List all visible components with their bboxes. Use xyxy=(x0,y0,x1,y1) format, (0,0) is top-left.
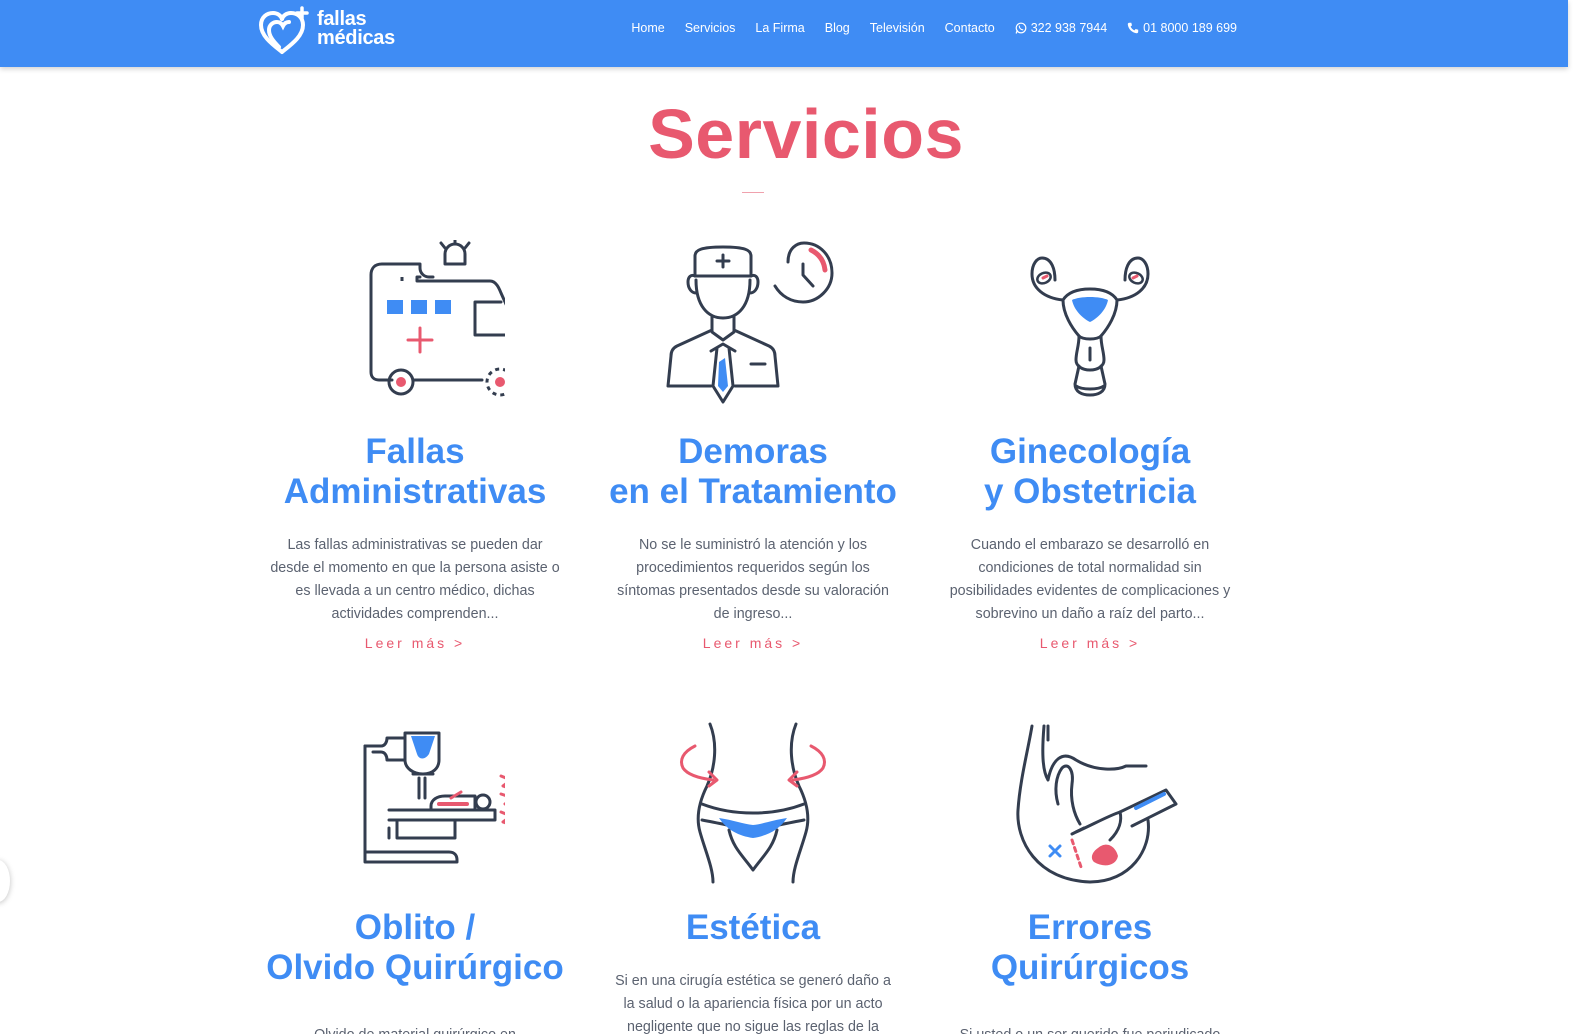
nav-la-firma[interactable]: La Firma xyxy=(755,21,804,35)
whatsapp-icon xyxy=(1015,22,1027,34)
site-logo[interactable]: fallas médicas xyxy=(258,5,408,55)
top-navigation-bar: fallas médicas Home Servicios La Firma B… xyxy=(0,0,1568,67)
service-title-line-1: Demoras xyxy=(678,432,828,471)
nav-home[interactable]: Home xyxy=(631,21,664,35)
whatsapp-number: 322 938 7944 xyxy=(1030,21,1108,35)
service-description: No se le suministró la atención y los pr… xyxy=(617,537,889,622)
service-description: Si usted o un ser querido fue perjudicad… xyxy=(945,1024,1235,1034)
service-description: Olvido de material quirúrgico en xyxy=(270,1024,560,1034)
service-title-line-2: Quirúrgicos xyxy=(990,948,1190,987)
service-card-ginecologia-obstetricia: Ginecología y Obstetricia Cuando el emba… xyxy=(921,240,1259,653)
read-more-link[interactable]: Leer más > xyxy=(365,635,465,651)
read-more-link[interactable]: Leer más > xyxy=(703,635,803,651)
service-title: Errores Quirúrgicos xyxy=(921,908,1259,988)
service-card-estetica: Estética Si en una cirugía estética se g… xyxy=(584,720,922,1034)
service-title-line-2: y Obstetricia xyxy=(983,472,1197,511)
surgical-scanner-icon xyxy=(363,731,505,864)
logo-line-2: médicas xyxy=(317,27,395,49)
service-title-line-1: Oblito / xyxy=(354,908,476,947)
main-nav: Home Servicios La Firma Blog Televisión … xyxy=(631,21,1237,35)
nav-phone[interactable]: 01 8000 189 699 xyxy=(1127,21,1237,35)
service-card-fallas-administrativas: Fallas Administrativas Las fallas admini… xyxy=(246,240,584,653)
service-card-errores-quirurgicos: Errores Quirúrgicos Si usted o un ser qu… xyxy=(921,720,1259,1034)
service-title: Estética xyxy=(584,908,922,948)
ambulance-icon xyxy=(369,240,505,397)
nav-blog[interactable]: Blog xyxy=(825,21,850,35)
read-more-link[interactable]: Leer más > xyxy=(1040,635,1140,651)
service-title: Demoras en el Tratamiento xyxy=(584,432,922,512)
service-title-line-1: Estética xyxy=(685,908,821,947)
service-title-line-2: Olvido Quirúrgico xyxy=(266,948,564,987)
surgery-scalpel-icon xyxy=(1016,724,1178,884)
service-title-line-1: Fallas xyxy=(365,432,465,471)
heart-plus-icon xyxy=(258,6,309,54)
service-description: Si en una cirugía estética se generó dañ… xyxy=(615,973,891,1034)
title-divider xyxy=(742,192,764,193)
phone-number: 01 8000 189 699 xyxy=(1143,21,1237,35)
body-contour-icon xyxy=(680,722,826,884)
side-floating-tab[interactable] xyxy=(0,860,10,902)
uterus-icon xyxy=(1030,256,1150,397)
service-description: Cuando el embarazo se desarrolló en cond… xyxy=(949,537,1231,622)
nav-servicios[interactable]: Servicios xyxy=(685,21,736,35)
service-title-line-2: en el Tratamiento xyxy=(609,472,897,511)
nav-contacto[interactable]: Contacto xyxy=(945,21,995,35)
doctor-clock-icon xyxy=(666,241,834,404)
page-title: Servicios xyxy=(648,95,964,173)
service-title: Oblito / Olvido Quirúrgico xyxy=(246,908,584,988)
nav-whatsapp[interactable]: 322 938 7944 xyxy=(1015,21,1107,35)
service-description: Las fallas administrativas se pueden dar… xyxy=(270,537,560,622)
service-title-line-1: Ginecología xyxy=(989,432,1191,471)
logo-wordmark: fallas médicas xyxy=(317,9,395,49)
service-title-line-2: Administrativas xyxy=(283,472,547,511)
service-card-demoras-tratamiento: Demoras en el Tratamiento No se le sumin… xyxy=(584,240,922,653)
nav-television[interactable]: Televisión xyxy=(870,21,925,35)
service-card-oblito-olvido-quirurgico: Oblito / Olvido Quirúrgico Olvido de mat… xyxy=(246,720,584,1034)
phone-icon xyxy=(1127,22,1139,34)
service-title: Ginecología y Obstetricia xyxy=(921,432,1259,512)
service-title: Fallas Administrativas xyxy=(246,432,584,512)
service-title-line-1: Errores xyxy=(1027,908,1153,947)
